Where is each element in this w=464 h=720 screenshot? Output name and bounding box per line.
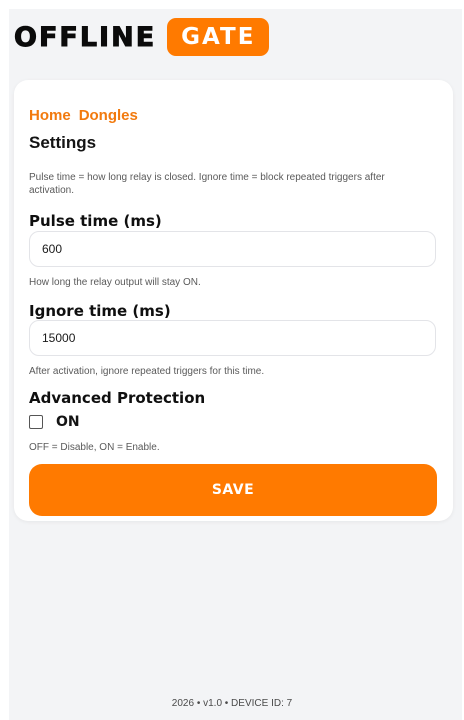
brand-logo: OFFLINE GATE [13,18,270,56]
page-title: Settings [29,133,97,152]
ignore-time-input[interactable] [29,320,436,356]
brand-badge: GATE [167,18,270,56]
pulse-time-label: Pulse time (ms) [29,212,162,230]
brand-name: OFFLINE [13,21,157,53]
save-button[interactable]: SAVE [29,464,437,516]
footer-text: 2026 • v1.0 • DEVICE ID: 7 [171,698,293,709]
ignore-time-hint: After activation, ignore repeated trigge… [29,366,265,377]
advanced-protection-checkbox[interactable] [29,415,43,429]
advanced-protection-checkbox-label[interactable]: ON [56,414,80,430]
settings-card: Home Dongles Settings Pulse time = how l… [14,80,453,521]
advanced-protection-toggle[interactable]: ON [29,414,80,430]
advanced-protection-hint: OFF = Disable, ON = Enable. [29,442,160,453]
advanced-protection-label: Advanced Protection [29,389,206,407]
nav-link-home[interactable]: Home [29,107,71,124]
breadcrumb: Home Dongles [29,107,138,124]
pulse-time-hint: How long the relay output will stay ON. [29,277,201,288]
pulse-time-input[interactable] [29,231,436,267]
intro-note: Pulse time = how long relay is closed. I… [29,172,385,196]
ignore-time-label: Ignore time (ms) [29,302,171,320]
nav-link-dongles[interactable]: Dongles [79,107,138,124]
